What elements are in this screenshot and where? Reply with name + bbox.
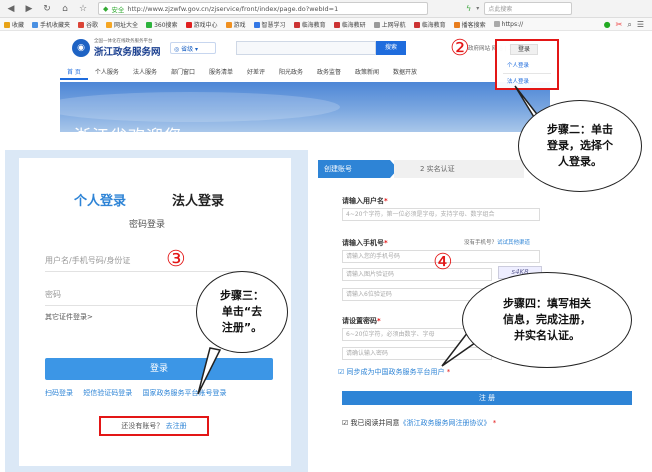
personal-login-option[interactable]: 个人登录 bbox=[507, 61, 529, 69]
bookmark-item[interactable]: 游戏中心 bbox=[185, 20, 218, 29]
menu-icon[interactable]: ☰ bbox=[637, 20, 644, 30]
bookmark-item[interactable]: 临海教育 bbox=[413, 20, 446, 29]
url-security-label: 安全 bbox=[111, 5, 125, 14]
nav-item-personal[interactable]: 个人服务 bbox=[88, 66, 126, 80]
site-search-input[interactable] bbox=[236, 41, 376, 55]
callout-step2: 步骤二：单击 登录，选择个 人登录。 bbox=[518, 100, 642, 192]
bookmark-item[interactable]: 谷歌 bbox=[78, 20, 98, 29]
dropdown-divider bbox=[503, 73, 551, 74]
tab-personal-login[interactable]: 个人登录 bbox=[74, 190, 126, 209]
emblem-icon: ◉ bbox=[72, 39, 90, 57]
callout-step4: 步骤四：填写相关 信息，完成注册， 并实名认证。 bbox=[462, 272, 632, 368]
hero-banner: 浙江省欢迎您 bbox=[60, 82, 550, 132]
hero-title: 浙江省欢迎您 bbox=[74, 122, 182, 132]
login-submit-button[interactable]: 登录 bbox=[45, 358, 273, 380]
bookmark-item[interactable]: 播客搜索 bbox=[453, 20, 486, 29]
login-dropdown-highlight: 登录 个人登录 法人登录 bbox=[495, 39, 559, 90]
step-three-marker: ③ bbox=[166, 247, 186, 272]
sync-checkbox[interactable]: ☑ 同步成为中国政务服务平台用户 * bbox=[338, 367, 450, 377]
bookmark-item[interactable]: 临海教研 bbox=[333, 20, 366, 29]
sms-login-link[interactable]: 短信验证码登录 bbox=[83, 389, 132, 397]
bookmark-item[interactable]: 游戏 bbox=[225, 20, 246, 29]
bookmark-item[interactable]: 收藏 bbox=[4, 20, 24, 29]
bookmark-item[interactable]: 上网导航 bbox=[373, 20, 406, 29]
extension-icon[interactable]: ● bbox=[604, 20, 611, 30]
bookmarks-bar: 收藏 手机收藏夹 谷歌 网址大全 360搜索 游戏中心 游戏 智慧学习 临海教育… bbox=[0, 18, 652, 31]
password-placeholder: 密码 bbox=[45, 290, 61, 299]
city-select[interactable]: ◎ 省级 ▾ bbox=[170, 42, 216, 54]
other-cert-login-link[interactable]: 其它证件登录> bbox=[45, 312, 93, 322]
step-real-name: 2 实名认证 bbox=[394, 160, 524, 178]
bookmark-item[interactable]: 360搜索 bbox=[146, 20, 178, 29]
nav-item-legal[interactable]: 法人服务 bbox=[126, 66, 164, 80]
bookmark-item[interactable]: 网址大全 bbox=[106, 20, 138, 29]
qr-login-link[interactable]: 扫码登录 bbox=[45, 389, 73, 397]
nav-item-departments[interactable]: 部门窗口 bbox=[164, 66, 202, 80]
other-channel-link[interactable]: 试试其他渠道 bbox=[497, 240, 530, 246]
home-icon[interactable]: ⌂ bbox=[58, 2, 72, 16]
browser-address-bar: ◀ ▶ ↻ ⌂ ☆ ◆ 安全 http://www.zjzwfw.gov.cn/… bbox=[0, 0, 652, 18]
password-label: 请设置密码* bbox=[342, 317, 381, 325]
bookmark-item[interactable]: 智慧学习 bbox=[253, 20, 286, 29]
callout-tail-step3 bbox=[197, 347, 222, 395]
register-prompt-highlight: 还没有账号？ 去注册 bbox=[99, 416, 209, 436]
site-header: ◉ 全国一体化在线政务服务平台 浙江政务服务网 ◎ 省级 ▾ 搜索 政府网站 网… bbox=[60, 33, 560, 65]
username-label: 请输入用户名* bbox=[342, 197, 388, 205]
register-button[interactable]: 注 册 bbox=[342, 391, 632, 405]
username-placeholder: 用户名/手机号码/身份证 bbox=[45, 256, 131, 265]
reg-username-input[interactable]: 4~20个字符，第一位必须是字母，支持字母、数字组合 bbox=[342, 208, 540, 221]
step-two-marker: ② bbox=[450, 36, 470, 61]
nav-item-open-data[interactable]: 数据开放 bbox=[386, 66, 424, 80]
go-register-link[interactable]: 去注册 bbox=[166, 422, 187, 430]
main-nav: 首 页 个人服务 法人服务 部门窗口 服务清单 好差评 阳光政务 政务监督 政策… bbox=[60, 66, 540, 80]
bookmark-item[interactable]: 手机收藏夹 bbox=[32, 20, 70, 29]
bookmark-item[interactable]: https:// bbox=[493, 20, 523, 28]
forward-icon[interactable]: ▶ bbox=[22, 2, 36, 16]
logo-title: 浙江政务服务网 bbox=[94, 47, 161, 58]
site-logo[interactable]: ◉ 全国一体化在线政务服务平台 浙江政务服务网 bbox=[72, 38, 161, 58]
tab-legal-login[interactable]: 法人登录 bbox=[172, 190, 224, 209]
dropdown-icon[interactable]: ▾ bbox=[476, 5, 479, 12]
reload-icon[interactable]: ↻ bbox=[40, 2, 54, 16]
cut-icon[interactable]: ✂ bbox=[616, 20, 623, 30]
agreement-checkbox[interactable]: ☑ 我已阅读并同意《浙江政务服务网注册协议》 * bbox=[342, 418, 496, 428]
bookmark-item[interactable]: 临海教育 bbox=[293, 20, 326, 29]
nav-item-supervision[interactable]: 政务监督 bbox=[310, 66, 348, 80]
nav-item-service-list[interactable]: 服务清单 bbox=[202, 66, 240, 80]
nav-item-policy-news[interactable]: 政策新闻 bbox=[348, 66, 386, 80]
nav-item-open-gov[interactable]: 阳光政务 bbox=[272, 66, 310, 80]
nav-item-rating[interactable]: 好差评 bbox=[240, 66, 272, 80]
no-account-text: 还没有账号？ bbox=[121, 422, 164, 430]
username-field[interactable]: 用户名/手机号码/身份证 bbox=[45, 250, 257, 272]
step-create-account: 创建账号 bbox=[318, 160, 390, 178]
reg-image-code-input[interactable]: 请输入图片验证码 bbox=[342, 268, 492, 281]
url-field[interactable]: ◆ 安全 http://www.zjzwfw.gov.cn/zjservice/… bbox=[98, 2, 428, 15]
phone-label: 请输入手机号* bbox=[342, 239, 388, 247]
lightning-icon[interactable]: ϟ bbox=[466, 4, 471, 13]
callout-step3: 步骤三： 单击“去 注册”。 bbox=[196, 271, 288, 353]
browser-search-input[interactable]: 点此搜索 bbox=[484, 2, 573, 15]
browser-search-placeholder: 点此搜索 bbox=[488, 6, 513, 13]
browser-toolbar-icons: ● ✂ ⌕ ☰ bbox=[604, 20, 644, 30]
alt-login-links: 扫码登录 短信验证码登录 国家政务服务平台账号登录 bbox=[45, 388, 285, 398]
agreement-link[interactable]: 《浙江政务服务网注册协议》 bbox=[400, 419, 491, 427]
step-four-marker: ④ bbox=[433, 250, 453, 275]
back-icon[interactable]: ◀ bbox=[4, 2, 18, 16]
url-text: http://www.zjzwfw.gov.cn/zjservice/front… bbox=[127, 4, 339, 13]
star-icon[interactable]: ☆ bbox=[76, 2, 90, 16]
site-search-button[interactable]: 搜索 bbox=[376, 41, 406, 55]
security-shield-icon: ◆ bbox=[103, 4, 109, 13]
nav-item-home[interactable]: 首 页 bbox=[60, 66, 88, 80]
login-button[interactable]: 登录 bbox=[510, 44, 538, 55]
password-login-label: 密码登录 bbox=[129, 220, 166, 230]
search-icon[interactable]: ⌕ bbox=[627, 20, 631, 30]
no-phone-note: 没有手机号？试试其他渠道 bbox=[464, 240, 531, 246]
